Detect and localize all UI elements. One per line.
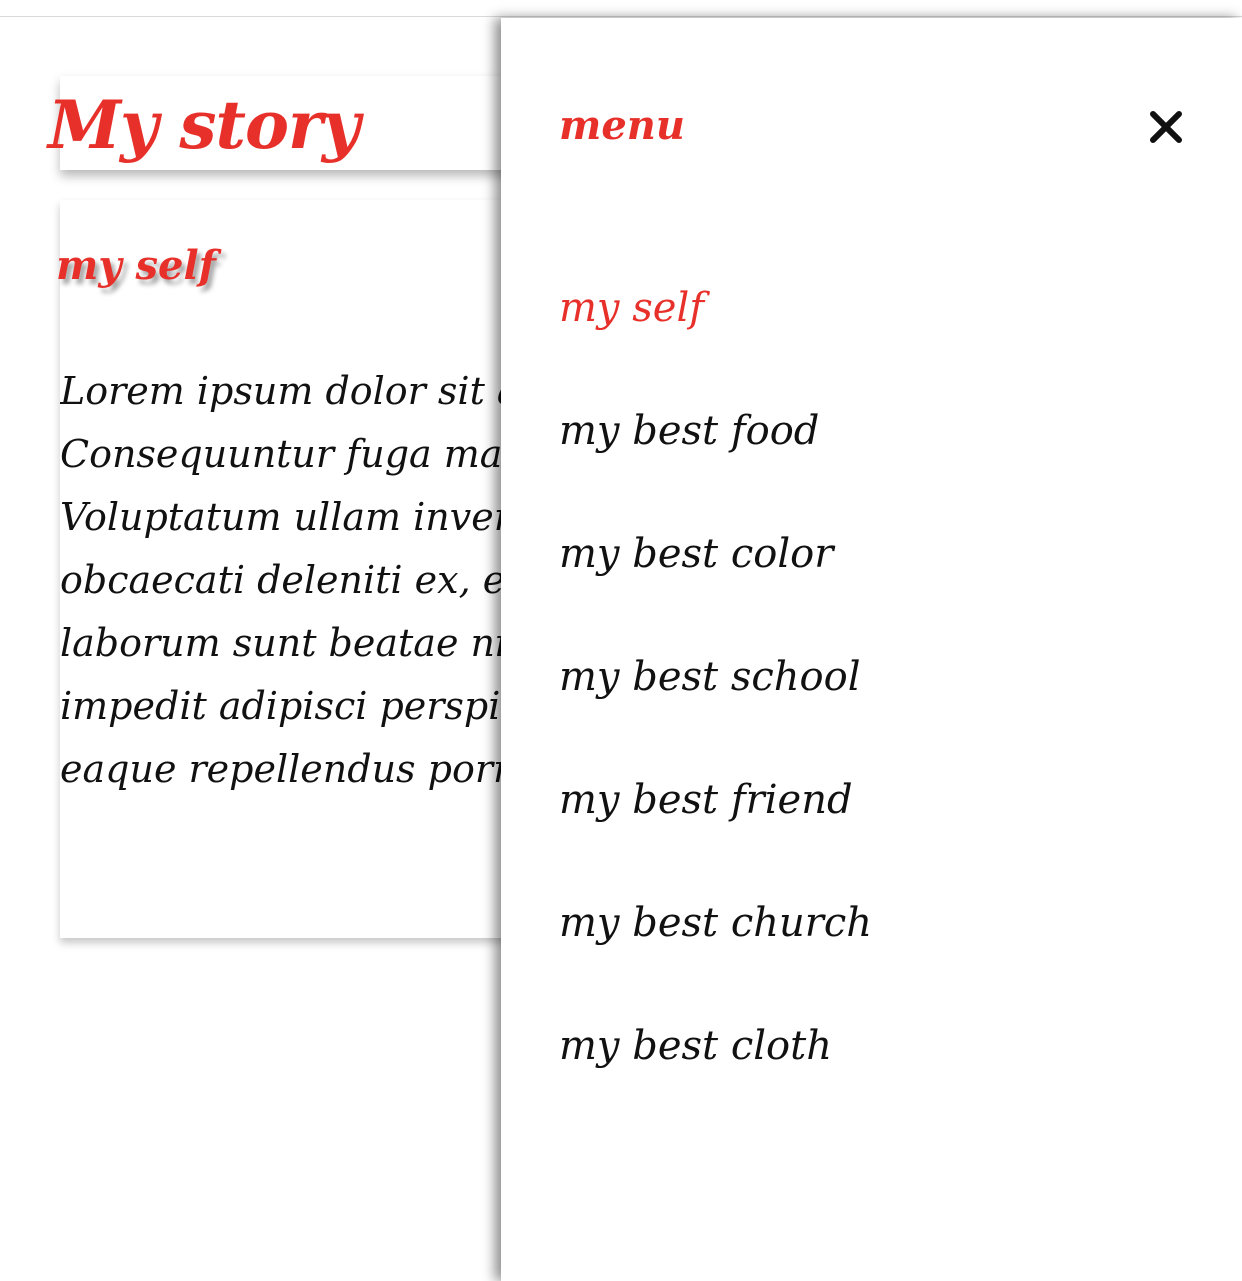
- menu-item-my-best-food[interactable]: my best food: [559, 401, 872, 524]
- close-menu-button[interactable]: [1141, 102, 1191, 152]
- top-divider: [0, 16, 1242, 17]
- menu-item-my-best-school[interactable]: my best school: [559, 647, 872, 770]
- menu-list: my self my best food my best color my be…: [559, 278, 872, 1139]
- menu-item-my-best-friend[interactable]: my best friend: [559, 770, 872, 893]
- menu-panel: menu my self my best food my best color …: [501, 18, 1242, 1281]
- menu-item-my-best-color[interactable]: my best color: [559, 524, 872, 647]
- section-heading: my self: [56, 242, 216, 289]
- menu-item-my-self[interactable]: my self: [559, 278, 872, 401]
- site-title: My story: [48, 86, 360, 164]
- close-icon: [1150, 111, 1182, 143]
- menu-title: menu: [559, 102, 685, 149]
- menu-item-my-best-church[interactable]: my best church: [559, 893, 872, 1016]
- menu-item-my-best-cloth[interactable]: my best cloth: [559, 1016, 872, 1139]
